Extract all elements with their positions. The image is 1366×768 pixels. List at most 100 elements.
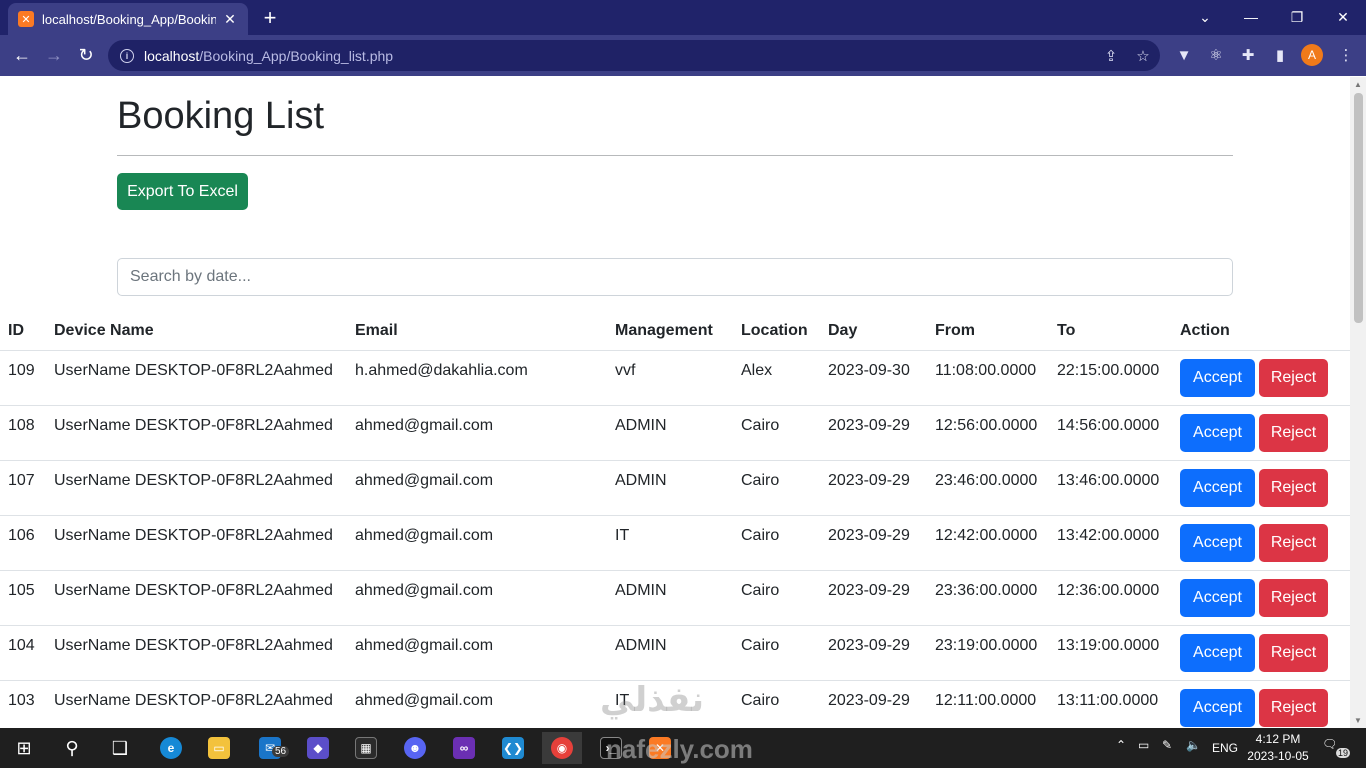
cell-location: Cairo	[733, 515, 820, 571]
column-header-day: Day	[820, 312, 927, 351]
cell-email: ahmed@gmail.com	[347, 460, 607, 516]
close-window-icon[interactable]: ✕	[1320, 4, 1366, 30]
profile-avatar[interactable]: A	[1301, 44, 1323, 66]
visual-studio-icon[interactable]: ∞	[444, 732, 484, 764]
tab-title: localhost/Booking_App/Booking	[42, 11, 216, 27]
cell-id: 105	[0, 570, 46, 626]
reload-icon[interactable]: ↻	[72, 41, 100, 69]
share-icon[interactable]: ⇪	[1101, 46, 1121, 66]
cell-actions: Accept Reject	[1172, 350, 1350, 406]
booking-table: ID Device Name Email Management Location Day F…	[0, 312, 1350, 728]
cell-to: 13:19:00.0000	[1049, 625, 1172, 681]
cell-from: 23:46:00.0000	[927, 460, 1049, 516]
new-tab-icon[interactable]: +	[258, 6, 282, 30]
restore-icon[interactable]: ❐	[1274, 4, 1320, 30]
column-header-location: Location	[733, 312, 820, 351]
edge-icon[interactable]: e	[151, 732, 191, 764]
cell-management: ADMIN	[607, 625, 733, 681]
cell-id: 103	[0, 680, 46, 728]
address-bar[interactable]: i localhost/Booking_App/Booking_list.php…	[108, 40, 1160, 71]
cell-device: UserName DESKTOP-0F8RL2Aahmed	[46, 570, 347, 626]
export-to-excel-button[interactable]: Export To Excel	[117, 173, 248, 210]
clock-time: 4:12 PM	[1255, 732, 1301, 746]
reject-button[interactable]: Reject	[1259, 523, 1328, 562]
cell-day: 2023-09-29	[820, 460, 927, 516]
volume-icon[interactable]: 🔈	[1186, 738, 1201, 752]
accept-button[interactable]: Accept	[1180, 688, 1255, 727]
accept-button[interactable]: Accept	[1180, 468, 1255, 507]
table-row: 104 UserName DESKTOP-0F8RL2Aahmed ahmed@gm…	[0, 625, 1350, 681]
cell-device: UserName DESKTOP-0F8RL2Aahmed	[46, 405, 347, 461]
cell-day: 2023-09-29	[820, 515, 927, 571]
vue-devtools-icon[interactable]: ▼	[1174, 45, 1194, 65]
cell-location: Cairo	[733, 460, 820, 516]
system-clock[interactable]: 4:12 PM 2023-10-05	[1246, 731, 1310, 765]
cell-day: 2023-09-29	[820, 625, 927, 681]
cell-location: Cairo	[733, 625, 820, 681]
pen-icon[interactable]: ✎	[1162, 738, 1172, 752]
accept-button[interactable]: Accept	[1180, 523, 1255, 562]
browser-menu-icon[interactable]: ⋮	[1336, 45, 1356, 65]
tray-overflow-icon[interactable]: ⌃	[1116, 738, 1126, 752]
chrome-icon[interactable]: ◉	[542, 732, 582, 764]
cell-location: Cairo	[733, 680, 820, 728]
accept-button[interactable]: Accept	[1180, 358, 1255, 397]
xampp-favicon-icon: ✕	[18, 11, 34, 27]
accept-button[interactable]: Accept	[1180, 633, 1255, 672]
react-devtools-icon[interactable]: ⚛	[1206, 45, 1226, 65]
notifications-icon[interactable]: 🗨	[1322, 737, 1337, 751]
reject-button[interactable]: Reject	[1259, 358, 1328, 397]
site-info-icon[interactable]: i	[120, 48, 134, 63]
cell-to: 13:11:00.0000	[1049, 680, 1172, 728]
cell-from: 12:42:00.0000	[927, 515, 1049, 571]
title-divider	[117, 155, 1233, 156]
reject-button[interactable]: Reject	[1259, 688, 1328, 727]
vscode-icon[interactable]: ❮❯	[493, 732, 533, 764]
table-row: 106 UserName DESKTOP-0F8RL2Aahmed ahmed@gm…	[0, 515, 1350, 571]
reject-button[interactable]: Reject	[1259, 633, 1328, 672]
discord-icon[interactable]: ☻	[395, 732, 435, 764]
forward-icon[interactable]: →	[40, 41, 68, 69]
page-content: Booking List Export To Excel IDDevice Na…	[0, 77, 1350, 728]
search-by-date-input[interactable]	[117, 258, 1233, 296]
reject-button[interactable]: Reject	[1259, 468, 1328, 507]
side-panel-icon[interactable]: ▮	[1270, 45, 1290, 65]
column-header-id: ID	[0, 312, 46, 351]
scroll-down-icon[interactable]: ▼	[1350, 713, 1366, 727]
cell-management: ADMIN	[607, 460, 733, 516]
table-body: 109 UserName DESKTOP-0F8RL2Aahmed h.ahmed@…	[0, 350, 1350, 728]
tab-close-icon[interactable]: ✕	[222, 11, 238, 27]
windows-start-icon[interactable]: ⊞	[4, 732, 44, 764]
browser-tab[interactable]: ✕ localhost/Booking_App/Booking ✕	[8, 3, 248, 35]
tab-search-icon[interactable]: ⌄	[1182, 4, 1228, 30]
photos-icon[interactable]: ◆	[298, 732, 338, 764]
reject-button[interactable]: Reject	[1259, 578, 1328, 617]
url-host: localhost	[144, 47, 200, 64]
table-row: 109 UserName DESKTOP-0F8RL2Aahmed h.ahmed@…	[0, 350, 1350, 406]
accept-button[interactable]: Accept	[1180, 578, 1255, 617]
network-icon[interactable]: ▭	[1138, 738, 1149, 752]
scroll-thumb[interactable]	[1354, 93, 1363, 323]
cell-day: 2023-09-30	[820, 350, 927, 406]
column-header-management: Management	[607, 312, 733, 351]
scroll-up-icon[interactable]: ▲	[1350, 77, 1366, 91]
extensions-puzzle-icon[interactable]: ✚	[1238, 45, 1258, 65]
task-view-icon[interactable]: ❑	[100, 732, 140, 764]
cell-from: 23:19:00.0000	[927, 625, 1049, 681]
cell-device: UserName DESKTOP-0F8RL2Aahmed	[46, 515, 347, 571]
cell-actions: Accept Reject	[1172, 515, 1350, 571]
file-explorer-icon[interactable]: ▭	[199, 732, 239, 764]
reject-button[interactable]: Reject	[1259, 413, 1328, 452]
cell-device: UserName DESKTOP-0F8RL2Aahmed	[46, 680, 347, 728]
cell-email: ahmed@gmail.com	[347, 515, 607, 571]
column-header-device-name: Device Name	[46, 312, 347, 351]
minimize-icon[interactable]: —	[1228, 4, 1274, 30]
accept-button[interactable]: Accept	[1180, 413, 1255, 452]
back-icon[interactable]: ←	[8, 41, 36, 69]
page-scrollbar[interactable]: ▲ ▼	[1350, 77, 1366, 728]
table-row: 107 UserName DESKTOP-0F8RL2Aahmed ahmed@gm…	[0, 460, 1350, 516]
search-icon[interactable]: ⚲	[52, 732, 92, 764]
language-indicator[interactable]: ENG	[1212, 741, 1238, 755]
bookmark-star-icon[interactable]: ☆	[1133, 46, 1153, 66]
microsoft-store-icon[interactable]: ▦	[346, 732, 386, 764]
